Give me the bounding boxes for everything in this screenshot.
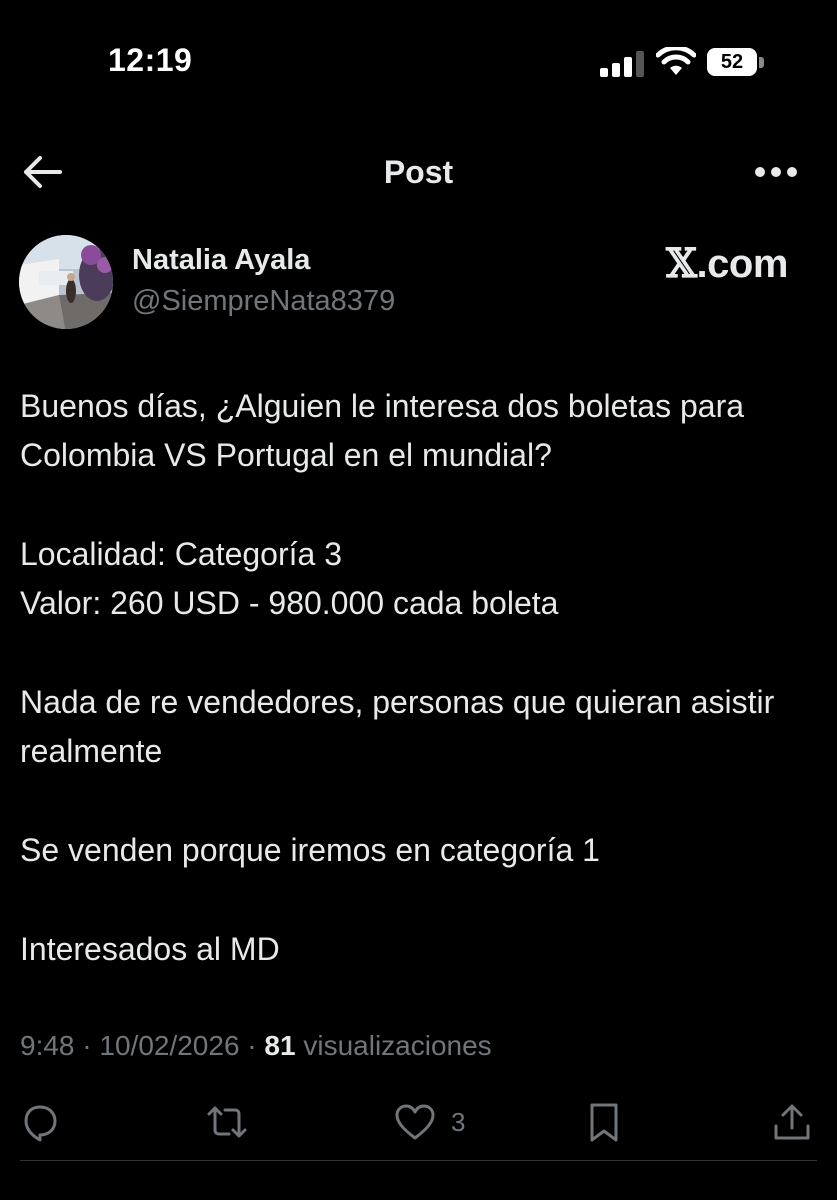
tweet-text: Buenos días, ¿Alguien le interesa dos bo… xyxy=(20,382,820,1024)
avatar[interactable] xyxy=(19,235,113,329)
meta-separator: · xyxy=(239,1030,265,1061)
heart-icon xyxy=(395,1104,435,1140)
author-name[interactable]: Natalia Ayala xyxy=(132,244,310,277)
battery-indicator: 52 xyxy=(707,48,757,76)
share-button[interactable] xyxy=(770,1096,814,1148)
bookmark-button[interactable] xyxy=(582,1096,626,1148)
post-screen: 12:19 52 Post Natalia Ayala @SiempreNata… xyxy=(0,0,837,1200)
like-count: 3 xyxy=(451,1106,466,1137)
tweet-paragraph-2: Localidad: Categoría 3 xyxy=(20,536,342,572)
tweet-paragraph-4: Nada de re vendedores, personas que quie… xyxy=(20,684,775,769)
cellular-signal-icon xyxy=(600,51,644,77)
watermark-suffix: .com xyxy=(696,242,789,286)
tweet-date: 10/02/2026 xyxy=(99,1030,240,1061)
bookmark-icon xyxy=(590,1103,618,1142)
x-com-watermark: 𝕏.com xyxy=(666,240,788,287)
tweet-paragraph-6: Interesados al MD xyxy=(20,931,280,967)
author-handle[interactable]: @SiempreNata8379 xyxy=(132,285,395,318)
repost-button[interactable] xyxy=(205,1096,249,1148)
reply-button[interactable] xyxy=(18,1096,62,1148)
more-options-icon[interactable] xyxy=(752,160,800,184)
tweet-paragraph-3: Valor: 260 USD - 980.000 cada boleta xyxy=(20,585,559,621)
tweet-time: 9:48 xyxy=(20,1030,75,1061)
action-bar: 3 xyxy=(0,1096,837,1148)
repost-icon xyxy=(207,1106,247,1138)
views-count[interactable]: 81 xyxy=(264,1030,295,1061)
divider xyxy=(20,1160,817,1161)
battery-nub xyxy=(759,57,764,68)
reply-icon xyxy=(24,1105,57,1142)
page-title: Post xyxy=(383,154,454,190)
tweet-meta: 9:48 · 10/02/2026 · 81 visualizaciones xyxy=(20,1030,492,1062)
x-logo-glyph: 𝕏 xyxy=(666,240,697,287)
wifi-icon xyxy=(656,47,696,75)
like-button[interactable]: 3 xyxy=(393,1096,465,1148)
meta-separator: · xyxy=(74,1030,100,1061)
battery-level: 52 xyxy=(720,50,744,73)
views-label[interactable]: visualizaciones xyxy=(296,1030,491,1061)
share-icon xyxy=(774,1104,810,1140)
status-time: 12:19 xyxy=(108,42,193,78)
tweet-paragraph-1: Buenos días, ¿Alguien le interesa dos bo… xyxy=(20,388,745,473)
tweet-paragraph-5: Se venden porque iremos en categoría 1 xyxy=(20,832,600,868)
